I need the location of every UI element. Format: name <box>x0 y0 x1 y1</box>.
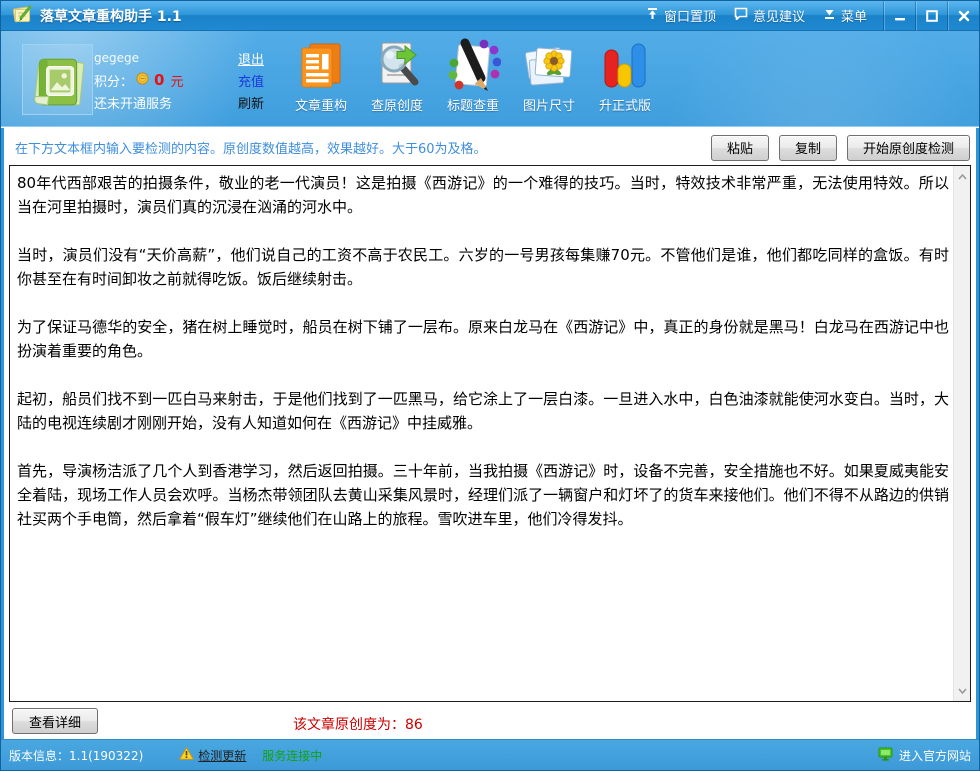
check-update-link[interactable]: 检测更新 <box>179 746 247 764</box>
app-logo-icon <box>11 4 33 28</box>
upgrade-icon <box>604 43 646 88</box>
tool-label: 升正式版 <box>598 99 651 114</box>
user-info: gegege 积分： 0 元 还未开通服务 <box>94 47 183 113</box>
tool-upgrade[interactable]: 升正式版 <box>587 37 663 114</box>
main-area: 在下方文本框内输入要检测的内容。原创度数值越高，效果越好。大于60为及格。 粘贴… <box>1 128 979 741</box>
warning-icon <box>179 746 195 763</box>
close-button[interactable] <box>947 0 979 31</box>
image-size-icon <box>524 47 573 86</box>
app-title: 落草文章重构助手 1.1 <box>40 8 182 25</box>
recharge-link[interactable]: 充值 <box>238 71 264 90</box>
content-textbox[interactable]: 80年代西部艰苦的拍摄条件，敬业的老一代演员！这是拍摄《西游记》的一个难得的技巧… <box>9 165 971 702</box>
points-unit: 元 <box>170 74 184 90</box>
pin-window-label: 窗口置顶 <box>663 10 716 25</box>
paste-button[interactable]: 粘贴 <box>710 134 769 161</box>
tool-article-rebuild[interactable]: 文章重构 <box>283 37 359 114</box>
connection-status: 服务连接中 <box>262 748 323 763</box>
instruction-text: 在下方文本框内输入要检测的内容。原创度数值越高，效果越好。大于60为及格。 <box>15 142 487 157</box>
green-folder-icon <box>33 58 84 105</box>
points-label: 积分： <box>94 74 134 90</box>
avatar[interactable] <box>22 44 93 115</box>
scroll-up-icon[interactable] <box>954 168 971 185</box>
instruction-row: 在下方文本框内输入要检测的内容。原创度数值越高，效果越好。大于60为及格。 粘贴… <box>4 128 976 165</box>
version-info: 版本信息：1.1(190322) <box>9 748 144 763</box>
minimize-button[interactable] <box>883 0 915 31</box>
copy-button[interactable]: 复制 <box>778 134 837 161</box>
feedback-label: 意见建议 <box>752 10 805 25</box>
window-controls <box>883 0 979 31</box>
speech-bubble-icon <box>734 7 748 24</box>
title-dedup-icon <box>448 38 501 91</box>
view-detail-button[interactable]: 查看详细 <box>12 708 99 734</box>
start-detect-button[interactable]: 开始原创度检测 <box>846 134 970 161</box>
pin-window-button[interactable]: 窗口置顶 <box>646 6 716 25</box>
main-inner: 在下方文本框内输入要检测的内容。原创度数值越高，效果越好。大于60为及格。 粘贴… <box>4 128 976 741</box>
logout-link[interactable]: 退出 <box>238 49 264 68</box>
chevron-down-icon <box>823 8 836 24</box>
official-site-link[interactable]: 进入官方网站 <box>878 747 971 764</box>
refresh-link[interactable]: 刷新 <box>238 93 264 112</box>
tool-label: 查原创度 <box>370 99 423 114</box>
paragraph: 当时，演员们没有“天价高薪”，他们说自己的工资不高于农民工。六岁的一号男孩每集赚… <box>17 246 949 288</box>
paragraph: 首先，导演杨洁派了几个人到香港学习，然后返回拍摄。三十年前，当我拍摄《西游记》时… <box>17 462 949 528</box>
monitor-icon <box>878 747 893 764</box>
menu-button[interactable]: 菜单 <box>823 6 867 25</box>
action-buttons: 粘贴 复制 开始原创度检测 <box>710 134 970 161</box>
tool-label: 标题查重 <box>446 99 499 114</box>
account-links: 退出 充值 刷新 <box>238 47 264 113</box>
feedback-button[interactable]: 意见建议 <box>734 6 805 25</box>
maximize-button[interactable] <box>915 0 947 31</box>
paragraph: 起初，船员们找不到一匹白马来射击，于是他们找到了一匹黑马，给它涂上了一层白漆。一… <box>17 390 949 432</box>
header-panel: gegege 积分： 0 元 还未开通服务 退出 充值 刷新 文章重构 查原创度… <box>1 31 979 127</box>
username: gegege <box>94 51 139 65</box>
official-site-label: 进入官方网站 <box>898 748 971 763</box>
points-value: 0 <box>154 71 165 89</box>
vertical-scrollbar[interactable] <box>953 166 970 701</box>
statusbar: 版本信息：1.1(190322) 检测更新 服务连接中 进入官方网站 <box>1 739 979 770</box>
tool-label: 文章重构 <box>294 99 347 114</box>
menu-label: 菜单 <box>840 10 867 25</box>
paragraph: 80年代西部艰苦的拍摄条件，敬业的老一代演员！这是拍摄《西游记》的一个难得的技巧… <box>17 174 949 216</box>
tool-originality-check[interactable]: 查原创度 <box>359 37 435 114</box>
tool-title-dedup[interactable]: 标题查重 <box>435 37 511 114</box>
bottom-row: 查看详细 该文章原创度为：86 <box>9 702 971 741</box>
scroll-down-icon[interactable] <box>954 682 971 699</box>
titlebar-actions: 窗口置顶 意见建议 菜单 <box>646 6 867 25</box>
points-row: 积分： 0 元 <box>94 69 183 91</box>
titlebar-left: 落草文章重构助手 1.1 <box>1 4 646 28</box>
titlebar: 落草文章重构助手 1.1 窗口置顶 意见建议 菜单 <box>1 0 979 31</box>
originality-result: 该文章原创度为：86 <box>293 717 423 733</box>
tool-image-size[interactable]: 图片尺寸 <box>511 37 587 114</box>
coin-icon <box>136 71 149 89</box>
article-rebuild-icon <box>301 43 341 88</box>
paragraph: 为了保证马德华的安全，猪在树上睡觉时，船员在树下铺了一层布。原来白龙马在《西游记… <box>17 318 949 360</box>
content-text[interactable]: 80年代西部艰苦的拍摄条件，敬业的老一代演员！这是拍摄《西游记》的一个难得的技巧… <box>10 166 953 701</box>
tool-label: 图片尺寸 <box>522 99 575 114</box>
main-toolbar: 文章重构 查原创度 标题查重 图片尺寸 升正式版 <box>283 37 663 114</box>
app-window: 落草文章重构助手 1.1 窗口置顶 意见建议 菜单 gegege 积分： 0 元… <box>0 0 980 771</box>
pin-top-icon <box>646 7 659 24</box>
service-status: 还未开通服务 <box>94 96 173 112</box>
originality-check-icon <box>380 42 419 86</box>
check-update-label: 检测更新 <box>198 748 247 763</box>
